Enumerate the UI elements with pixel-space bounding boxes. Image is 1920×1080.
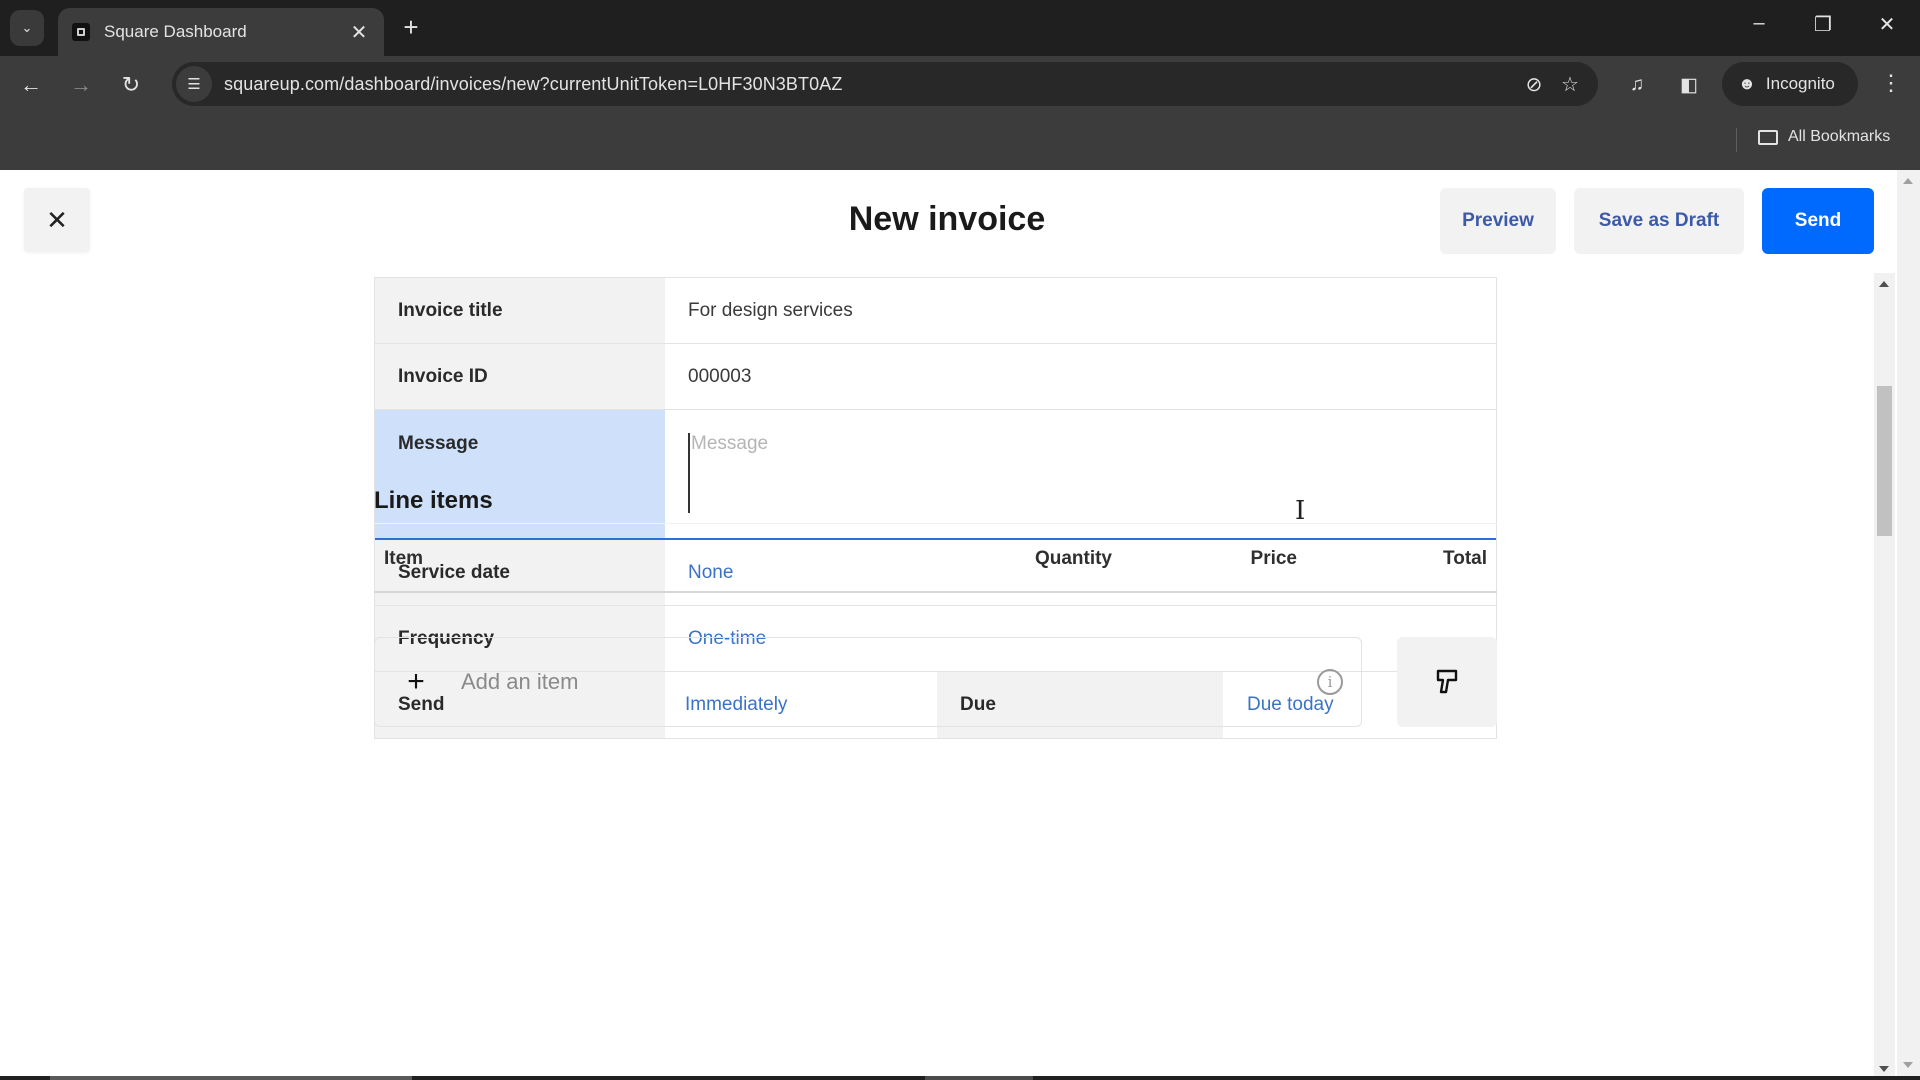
tab-close-icon[interactable]: ✕ — [348, 20, 370, 45]
line-items-table-header: Item Quantity Price Total — [374, 523, 1497, 593]
minimize-icon: – — [1753, 12, 1765, 34]
arrow-left-icon: ← — [20, 72, 42, 97]
scroll-up-arrow-icon[interactable] — [1903, 178, 1913, 184]
message-field-cell: I — [665, 410, 1496, 538]
chevron-down-icon: ⌄ — [21, 20, 33, 35]
incognito-badge[interactable]: ☻ Incognito — [1722, 62, 1858, 106]
star-icon[interactable]: ☆ — [1552, 72, 1588, 97]
form-scrollbar[interactable] — [1874, 273, 1895, 1080]
arrow-right-icon: → — [70, 72, 92, 97]
tab-search-button[interactable]: ⌄ — [10, 10, 44, 46]
invoice-id-label: Invoice ID — [375, 344, 665, 409]
taskbar-segment — [925, 1076, 1033, 1080]
plus-icon: + — [407, 665, 425, 698]
invoice-id-row: Invoice ID 000003 — [375, 344, 1496, 410]
plus-icon: + — [403, 12, 419, 42]
os-taskbar-edge — [0, 1076, 1920, 1080]
restore-icon: ❐ — [1814, 14, 1832, 36]
taskbar-segment — [50, 1076, 412, 1080]
barcode-scanner-icon — [1436, 669, 1458, 694]
forward-button[interactable]: → — [66, 70, 96, 100]
all-bookmarks-label: All Bookmarks — [1788, 128, 1891, 145]
column-header-quantity: Quantity — [1034, 548, 1112, 569]
bookmarks-bar: All Bookmarks — [0, 112, 1920, 170]
message-textarea[interactable] — [688, 433, 1473, 513]
message-row: Message I — [375, 410, 1496, 540]
tune-icon: ☰ — [187, 76, 201, 93]
address-bar[interactable]: ☰ squareup.com/dashboard/invoices/new?cu… — [172, 62, 1598, 106]
browser-tab[interactable]: Square Dashboard ✕ — [58, 8, 384, 56]
url-text[interactable]: squareup.com/dashboard/invoices/new?curr… — [224, 74, 1516, 95]
window-close-button[interactable]: ✕ — [1872, 12, 1902, 37]
browser-toolbar: ← → ↻ ☰ squareup.com/dashboard/invoices/… — [0, 56, 1920, 112]
message-label: Message — [375, 410, 665, 538]
browser-menu-button[interactable]: ⋮ — [1876, 70, 1906, 100]
restore-button[interactable]: ❐ — [1808, 12, 1838, 37]
tab-title: Square Dashboard — [104, 22, 247, 41]
back-button[interactable]: ← — [16, 70, 46, 100]
bookmarks-divider — [1736, 128, 1737, 152]
site-info-button[interactable]: ☰ — [176, 66, 212, 102]
eye-off-icon[interactable]: ⊘ — [1516, 72, 1552, 97]
line-items-heading: Line items — [374, 487, 493, 514]
column-header-total: Total — [1443, 548, 1487, 569]
scroll-down-arrow-icon[interactable] — [1903, 1062, 1913, 1068]
incognito-icon: ☻ — [1738, 74, 1756, 93]
save-as-draft-button[interactable]: Save as Draft — [1574, 188, 1744, 254]
page-scrollbar[interactable] — [1897, 170, 1920, 1080]
invoice-title-row: Invoice title For design services — [375, 278, 1496, 344]
media-queue-button[interactable]: ♫ — [1622, 70, 1652, 100]
square-favicon-icon — [72, 23, 90, 41]
scroll-up-arrow-icon[interactable] — [1879, 281, 1889, 287]
media-queue-icon: ♫ — [1629, 74, 1645, 95]
invoice-title-label: Invoice title — [375, 278, 665, 343]
invoice-page: ✕ New invoice Preview Save as Draft Send… — [0, 170, 1920, 1080]
info-icon[interactable]: i — [1317, 669, 1343, 695]
add-item-input[interactable] — [461, 669, 1317, 695]
kebab-menu-icon: ⋮ — [1880, 70, 1902, 95]
browser-tab-strip: ⌄ Square Dashboard ✕ + – ❐ ✕ — [0, 0, 1920, 56]
send-button[interactable]: Send — [1762, 188, 1874, 254]
column-header-price: Price — [1250, 548, 1297, 569]
reload-icon: ↻ — [121, 72, 141, 97]
barcode-scanner-button[interactable] — [1397, 637, 1497, 727]
invoice-title-input[interactable]: For design services — [665, 278, 1496, 343]
minimize-button[interactable]: – — [1744, 12, 1774, 35]
preview-button[interactable]: Preview — [1440, 188, 1556, 254]
incognito-label: Incognito — [1765, 74, 1835, 93]
side-panel-icon: ◧ — [1680, 74, 1698, 96]
folder-icon — [1758, 129, 1778, 145]
side-panel-button[interactable]: ◧ — [1674, 70, 1704, 100]
text-cursor-icon: I — [1295, 496, 1306, 526]
close-icon: ✕ — [1878, 14, 1896, 36]
add-item-field[interactable]: + i — [374, 637, 1362, 727]
scrollbar-thumb[interactable] — [1877, 386, 1892, 536]
reload-button[interactable]: ↻ — [116, 70, 146, 100]
invoice-id-input[interactable]: 000003 — [665, 344, 1496, 409]
new-tab-button[interactable]: + — [396, 12, 426, 43]
column-header-item: Item — [384, 548, 424, 569]
all-bookmarks-button[interactable]: All Bookmarks — [1758, 128, 1890, 146]
invoice-form-scroll-area: Invoice title For design services Invoic… — [0, 273, 1895, 1080]
scroll-down-arrow-icon[interactable] — [1879, 1066, 1889, 1072]
